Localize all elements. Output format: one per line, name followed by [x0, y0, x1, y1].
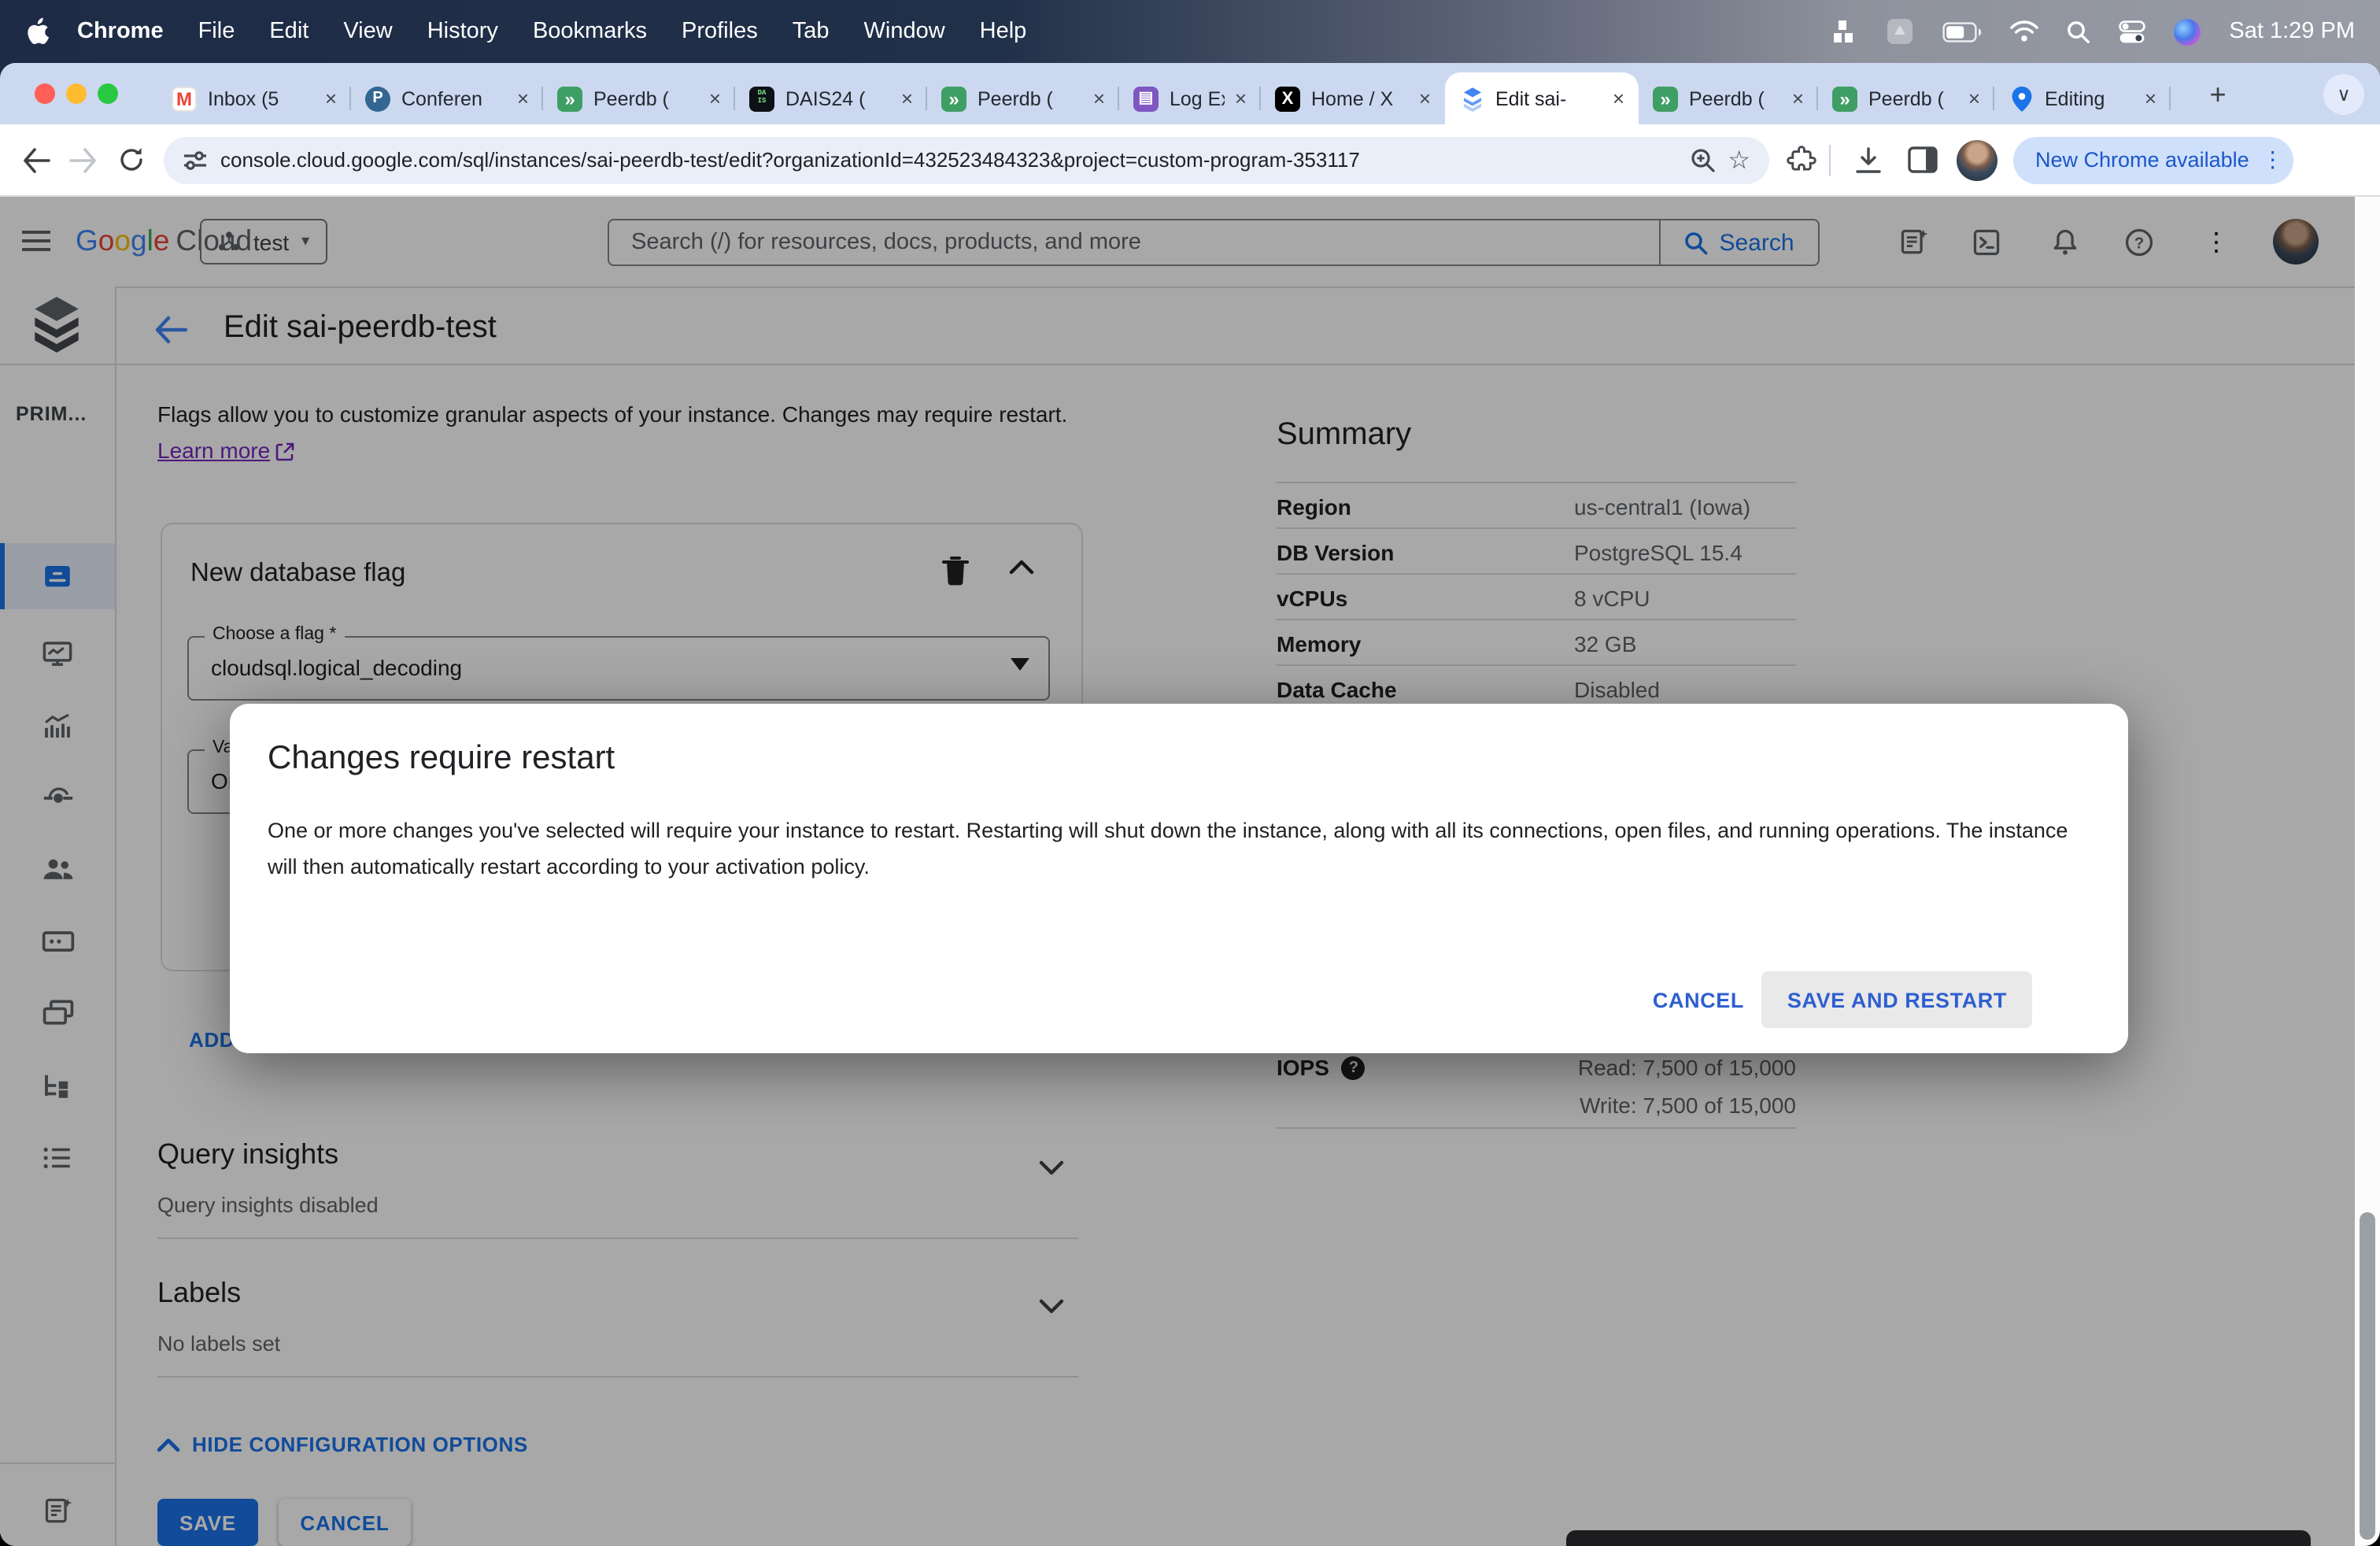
changes-require-restart-dialog: Changes require restart One or more chan… [230, 704, 2128, 1053]
address-bar[interactable]: console.cloud.google.com/sql/instances/s… [164, 136, 1769, 183]
close-tab-icon[interactable]: × [892, 87, 913, 110]
tab-conference[interactable]: P Conferen × [351, 72, 543, 124]
postgresql-favicon: P [365, 86, 390, 111]
tab-strip: M Inbox (5 × P Conferen × » Peerdb ( × D… [0, 63, 2380, 124]
minimize-window-button[interactable] [66, 83, 87, 104]
peerdb-favicon: » [557, 86, 582, 111]
window-tiling-icon[interactable] [1832, 19, 1857, 44]
menu-edit[interactable]: Edit [269, 19, 309, 44]
siri-icon[interactable] [2174, 18, 2201, 45]
menu-chrome[interactable]: Chrome [77, 19, 164, 44]
close-tab-icon[interactable]: × [1225, 87, 1247, 110]
map-pin-favicon [2009, 86, 2034, 111]
site-info-tune-icon[interactable] [183, 149, 208, 171]
spotlight-search-icon[interactable] [2067, 20, 2090, 43]
peerdb-favicon: » [1832, 86, 1857, 111]
close-tab-icon[interactable]: × [1410, 87, 1431, 110]
tab-dais24[interactable]: DA IS DAIS24 ( × [735, 72, 927, 124]
apple-icon[interactable] [25, 17, 49, 46]
tab-peerdb-4[interactable]: » Peerdb ( × [1818, 72, 1994, 124]
browser-window: M Inbox (5 × P Conferen × » Peerdb ( × D… [0, 63, 2380, 1546]
browser-menu-kebab-icon[interactable]: ⋮ [2262, 146, 2284, 173]
log-explorer-favicon: ▤ [1133, 86, 1159, 111]
browser-toolbar: console.cloud.google.com/sql/instances/s… [0, 124, 2380, 197]
dialog-cancel-button[interactable]: CANCEL [1634, 971, 1763, 1028]
dais24-favicon: DA IS [749, 86, 774, 111]
tab-log-explorer[interactable]: ▤ Log Expl × [1119, 72, 1261, 124]
peerdb-favicon: » [941, 86, 966, 111]
close-tab-icon[interactable]: × [1959, 87, 1980, 110]
menu-bar-clock[interactable]: Sat 1:29 PM [2229, 19, 2355, 44]
cloud-sql-favicon [1459, 86, 1484, 111]
download-icon[interactable] [1846, 138, 1890, 182]
x-favicon: X [1275, 86, 1300, 111]
tab-overflow-chevron[interactable]: ∨ [2323, 74, 2364, 115]
new-tab-button[interactable]: + [2197, 74, 2238, 115]
gmail-favicon: M [172, 86, 197, 111]
page-viewport: Google Cloud test ▾ Search (/) for resour… [0, 197, 2380, 1546]
control-center-icon[interactable] [2119, 20, 2146, 43]
back-button[interactable] [13, 136, 60, 183]
menu-profiles[interactable]: Profiles [682, 19, 758, 44]
battery-icon [1942, 21, 1982, 42]
peerdb-favicon: » [1653, 86, 1678, 111]
zoom-window-button[interactable] [98, 83, 118, 104]
tab-editing[interactable]: Editing × [1994, 72, 2171, 124]
toolbar-divider [1829, 144, 1831, 176]
background-window-edge [1566, 1530, 2311, 1546]
side-panel-icon[interactable] [1900, 138, 1944, 182]
close-tab-icon[interactable]: × [2135, 87, 2156, 110]
menu-window[interactable]: Window [864, 19, 945, 44]
close-tab-icon[interactable]: × [1603, 87, 1624, 110]
wifi-icon[interactable] [2010, 20, 2039, 43]
menu-extra-app-icon[interactable] [1886, 17, 1914, 46]
menu-help[interactable]: Help [980, 19, 1027, 44]
extensions-puzzle-icon[interactable] [1779, 138, 1823, 182]
tab-inbox[interactable]: M Inbox (5 × [157, 72, 351, 124]
reload-button[interactable] [107, 136, 154, 183]
close-window-button[interactable] [35, 83, 55, 104]
macos-menu-bar: Chrome File Edit View History Bookmarks … [0, 0, 2380, 63]
close-tab-icon[interactable]: × [508, 87, 529, 110]
tab-peerdb-1[interactable]: » Peerdb ( × [543, 72, 735, 124]
dialog-title: Changes require restart [268, 740, 615, 776]
bookmark-star-icon[interactable]: ☆ [1728, 144, 1750, 176]
close-tab-icon[interactable]: × [1783, 87, 1804, 110]
menu-file[interactable]: File [198, 19, 235, 44]
tab-peerdb-2[interactable]: » Peerdb ( × [927, 72, 1119, 124]
close-tab-icon[interactable]: × [1084, 87, 1105, 110]
browser-profile-avatar[interactable] [1957, 139, 1998, 180]
save-and-restart-button[interactable]: SAVE AND RESTART [1761, 971, 2032, 1028]
menu-tab[interactable]: Tab [793, 19, 830, 44]
page-scrollbar[interactable] [2355, 197, 2380, 1546]
tab-peerdb-3[interactable]: » Peerdb ( × [1639, 72, 1818, 124]
screen: Chrome File Edit View History Bookmarks … [0, 0, 2380, 1546]
chrome-update-button[interactable]: New Chrome available ⋮ [2013, 136, 2293, 183]
close-tab-icon[interactable]: × [316, 87, 337, 110]
scrollbar-thumb[interactable] [2360, 1212, 2375, 1540]
zoom-page-icon[interactable] [1690, 147, 1715, 172]
dialog-body-text: One or more changes you've selected will… [268, 819, 2068, 878]
menu-history[interactable]: History [427, 19, 498, 44]
menu-bookmarks[interactable]: Bookmarks [533, 19, 647, 44]
close-tab-icon[interactable]: × [700, 87, 721, 110]
menu-view[interactable]: View [343, 19, 392, 44]
tab-edit-sai-peerdb-test-active[interactable]: Edit sai- × [1445, 72, 1639, 124]
tab-x-home[interactable]: X Home / X × [1261, 72, 1445, 124]
url-text[interactable]: console.cloud.google.com/sql/instances/s… [220, 148, 1677, 172]
forward-button[interactable] [60, 136, 107, 183]
